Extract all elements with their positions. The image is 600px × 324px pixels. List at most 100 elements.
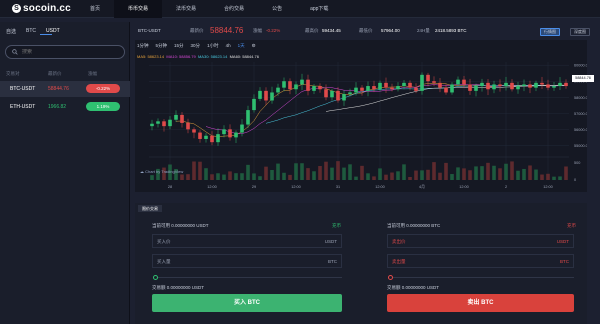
buy-price-field[interactable]: 买入价 USDT [152,234,342,248]
nav-app-download[interactable]: app下载 [296,0,342,18]
nav-contract-trading[interactable]: 合约交易 [210,0,258,18]
x-tick-label: 31 [336,185,340,189]
candle-body [480,82,484,87]
top-navbar: Ssocoin.cc 首页 币币交易 法币交易 合约交易 公告 app下载 [0,0,600,18]
brand-name: socoin.cc [23,3,71,14]
ma-legend: MA5: 58623.14 MA10: 58856.79 MA30: 58623… [137,54,259,59]
nav-spot-trading[interactable]: 币币交易 [114,0,163,18]
volume-bar [528,165,532,180]
search-box[interactable] [5,45,125,59]
sell-slider-handle[interactable] [388,275,393,280]
candle-body [348,92,352,95]
volume-bar [402,164,406,180]
candle-body [156,121,160,124]
candle-body [234,132,238,138]
low-label: 最低价 [359,28,373,33]
volume-bar [534,169,538,180]
candle-body [510,82,514,90]
candle-body [432,81,436,83]
candle-body [534,82,538,88]
y-tick-label: 55000.00 [574,144,587,148]
candle-body [240,124,244,133]
volume-bar [264,166,268,180]
market-list-header: 交易对 最新价 涨幅 [0,71,130,79]
volume-bar [342,167,346,180]
sell-amount-label: 卖出量 [392,259,406,264]
change-label: 涨幅 [253,28,262,33]
volume-bar [426,169,430,180]
sell-amount-unit: BTC [560,259,569,264]
buy-amount-field[interactable]: 买入量 BTC [152,254,342,268]
sell-button[interactable]: 卖出 BTC [387,294,574,312]
candle-body [294,84,298,90]
tab-limit-order[interactable]: 限价交易 [138,205,162,212]
search-icon [12,49,18,55]
row-pair: ETH-USDT [10,104,36,110]
market-row[interactable]: ETH-USDT 1966.82 1.19% [0,99,130,115]
search-input[interactable] [22,49,122,55]
nav-home[interactable]: 首页 [88,0,114,18]
x-tick-label: 12:00 [207,185,217,189]
volume-bar [498,168,502,180]
volume-bar [258,176,262,180]
volume-bar [150,175,154,180]
price-chart[interactable]: 1分钟 5分钟 15分 30分 1小时 4h 1天 ⚙ 55000.005600… [135,40,594,192]
candle-body [504,82,508,87]
volume-bar [222,174,226,180]
volume-bar [504,163,508,180]
buy-percent-slider[interactable] [157,277,342,278]
tab-btc[interactable]: BTC [26,28,36,36]
candle-body [456,79,460,85]
ticker-pair: BTC-USDT [138,28,161,33]
market-sidebar: 自选 BTC USDT [0,22,130,324]
volume-bar [180,174,184,180]
candle-body [282,81,286,88]
volume-bar [216,173,220,180]
buy-price-unit: USDT [324,239,337,244]
market-row[interactable]: BTC-USDT 58844.76 -0.22% [0,81,130,97]
candle-body [318,86,322,90]
sell-amount-field[interactable]: 卖出量 BTC [387,254,574,268]
volume-bar [540,174,544,180]
ticker-bar: BTC-USDT 最新价 58844.76 涨幅 -0.22% 最高价 5943… [135,24,597,40]
nav-fiat-trading[interactable]: 法币交易 [162,0,210,18]
candle-body [198,132,202,139]
volume-bar [240,173,244,180]
volume-bar [270,169,274,180]
y-tick-label: 58000.00 [574,96,587,100]
nav-announcements[interactable]: 公告 [258,0,296,18]
candle-body [396,86,400,90]
candle-body [408,82,412,88]
buy-recharge-link[interactable]: 充币 [332,223,341,229]
ma5-value: MA5: 58623.14 [137,54,165,59]
depth-view-button[interactable]: 深度图 [570,28,590,36]
tradingview-attribution[interactable]: ☁ Chart by TradingView [140,169,183,174]
buy-slider-handle[interactable] [153,275,158,280]
candle-body [186,122,190,130]
sell-price-field[interactable]: 卖出价 USDT [387,234,574,248]
volume-bar [348,164,352,180]
candle-body [528,84,532,88]
candle-body [192,129,196,133]
brand-logo[interactable]: Ssocoin.cc [12,3,71,14]
volume-bar [552,176,556,180]
buy-button[interactable]: 买入 BTC [152,294,342,312]
sell-recharge-link[interactable]: 充币 [567,223,576,229]
volume-bar [366,173,370,180]
volume-bar [360,165,364,180]
ma10-value: MA10: 58856.79 [166,54,196,59]
x-tick-label: 2 [505,185,507,189]
kline-view-button[interactable]: 行情图 [540,28,560,36]
volume-bar [198,161,202,180]
candle-body [252,98,256,111]
candle-body [174,114,178,120]
candle-body [444,87,448,93]
logo-icon: S [12,4,21,13]
candle-body [402,82,406,87]
volume-bar [546,173,550,180]
tab-favorites[interactable]: 自选 [6,28,16,36]
sell-percent-slider[interactable] [392,277,574,278]
volume-bar [186,174,190,180]
candle-body [486,82,490,90]
sell-total: 交易额 0.00000000 USDT [387,285,440,290]
